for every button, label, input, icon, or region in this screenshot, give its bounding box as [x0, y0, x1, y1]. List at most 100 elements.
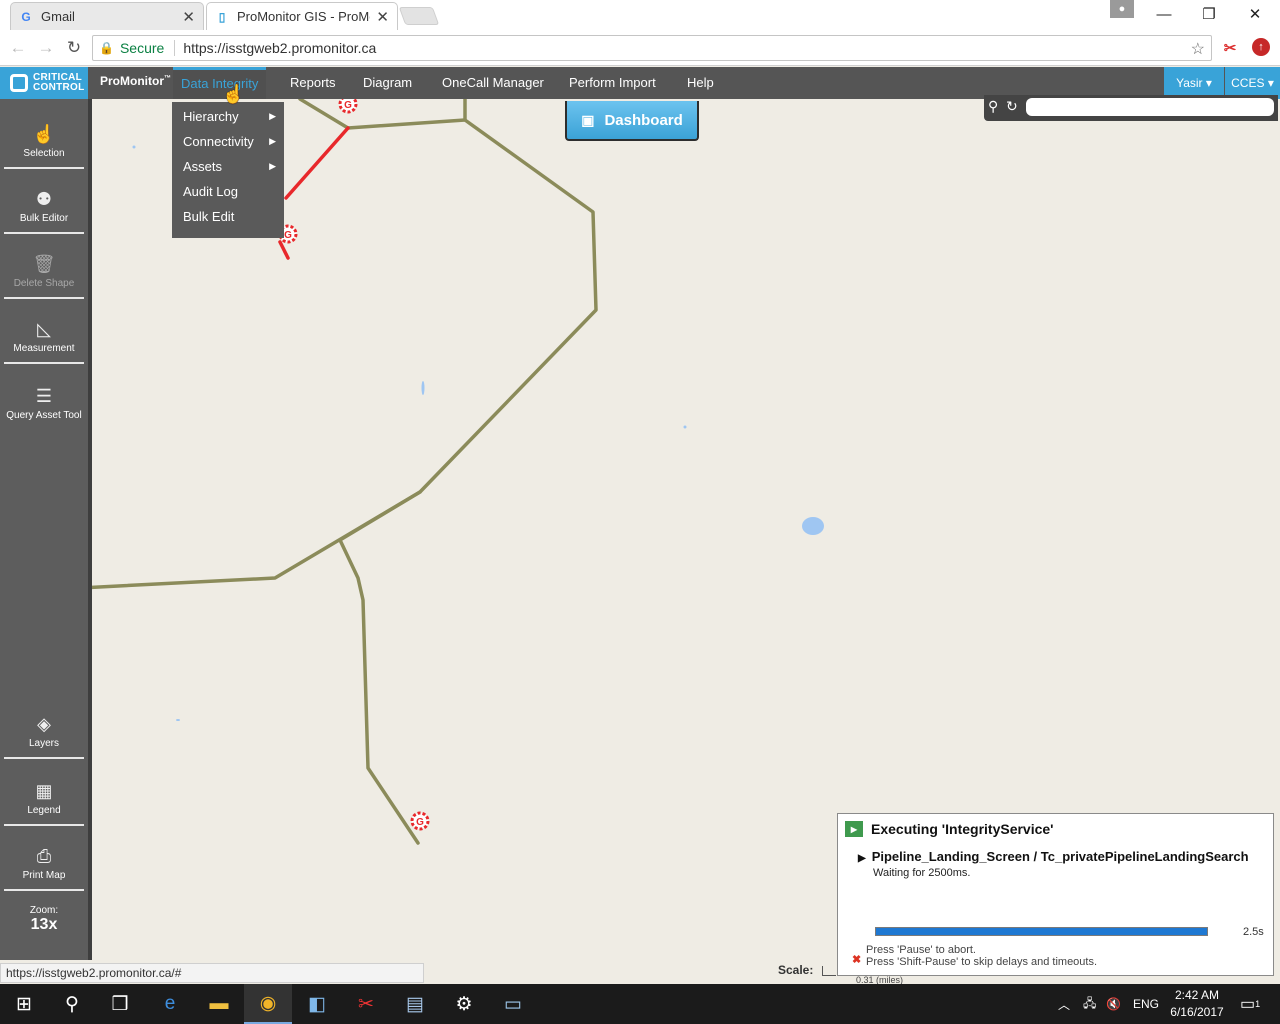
menu-item-label: Hierarchy	[183, 109, 239, 124]
bulk-editor-tool[interactable]: ⚉ Bulk Editor	[4, 174, 84, 234]
menu-diagram[interactable]: Diagram	[355, 67, 420, 99]
menu-item-connectivity[interactable]: Connectivity ▶	[172, 129, 284, 154]
hand-pointer-icon: ☝	[32, 124, 56, 144]
trash-icon: 🗑	[32, 254, 56, 274]
layers-icon: ◈	[37, 714, 51, 734]
svg-text:G: G	[344, 100, 352, 111]
omnibox[interactable]: 🔒 Secure https://isstgweb2.promonitor.ca…	[92, 35, 1212, 61]
menu-item-audit-log[interactable]: Audit Log	[172, 179, 284, 204]
minimize-button[interactable]: —	[1141, 0, 1187, 28]
task-view-icon[interactable]: ❒	[96, 984, 144, 1024]
exec-hint-pause: Press 'Pause' to abort.	[866, 944, 976, 956]
close-icon[interactable]: ✕	[376, 8, 389, 26]
zoom-value: 13x	[30, 916, 58, 933]
zoom-label: Zoom:	[29, 905, 59, 916]
tool-label: Layers	[28, 738, 59, 749]
exec-progress-fill	[876, 928, 1207, 935]
critical-control-logo[interactable]: CRITICAL CONTROL	[0, 67, 88, 99]
extension-upload-icon[interactable]: ↑	[1252, 38, 1270, 56]
network-icon[interactable]: 🖧	[1083, 984, 1096, 1024]
submenu-arrow-icon: ▶	[269, 111, 276, 121]
menu-item-hierarchy[interactable]: Hierarchy ▶	[172, 104, 284, 129]
tool-label: Selection	[23, 148, 65, 159]
pipeline-segment[interactable]	[298, 99, 467, 130]
water-body	[683, 425, 687, 429]
tray-chevron-icon[interactable]: ︿	[1058, 984, 1070, 1024]
menu-item-label: Assets	[183, 159, 223, 174]
dashboard-button[interactable]: ▣ Dashboard	[565, 101, 699, 141]
measurement-tool[interactable]: ◺ Measurement	[4, 304, 84, 364]
close-icon[interactable]: ✕	[182, 8, 195, 26]
lock-icon: 🔒	[99, 41, 114, 55]
map-search: ⚲ ↻	[984, 95, 1278, 121]
highlighted-pipeline[interactable]	[278, 240, 290, 260]
menu-data-integrity[interactable]: Data Integrity	[173, 67, 267, 99]
tab-promonitor[interactable]: ▯ ProMonitor GIS - ProMo ✕	[206, 2, 398, 30]
selection-tool[interactable]: ☝ Selection	[4, 109, 84, 169]
status-url: https://isstgweb2.promonitor.ca/#	[0, 963, 424, 983]
profile-icon[interactable]: ●	[1110, 0, 1134, 18]
pipeline-segment[interactable]	[338, 490, 422, 845]
search-input[interactable]	[1026, 98, 1274, 116]
highlighted-pipeline[interactable]	[284, 126, 350, 200]
exec-hint-shift-pause: Press 'Shift-Pause' to skip delays and t…	[866, 956, 1098, 968]
abort-icon[interactable]: ✖	[852, 953, 861, 966]
tab-gmail[interactable]: G Gmail ✕	[10, 2, 204, 30]
menu-item-label: Audit Log	[183, 184, 238, 199]
divider	[174, 40, 176, 56]
page-icon: ▯	[218, 9, 226, 24]
query-asset-tool[interactable]: ☰ Query Asset Tool	[4, 369, 84, 429]
window-app-icon[interactable]: ▭	[489, 984, 537, 1024]
close-window-button[interactable]: ✕	[1232, 0, 1278, 28]
menu-reports[interactable]: Reports	[282, 67, 344, 99]
expand-arrow-icon[interactable]: ▶	[858, 853, 866, 864]
svg-text:G: G	[416, 817, 424, 828]
notification-count: 1	[1255, 999, 1261, 1009]
app-window-icon[interactable]: ◧	[293, 984, 341, 1024]
tool-label: Bulk Editor	[19, 213, 69, 224]
menu-item-bulk-edit[interactable]: Bulk Edit	[172, 204, 284, 229]
menu-perform-import[interactable]: Perform Import	[561, 67, 664, 99]
legend-tool[interactable]: ▦ Legend	[4, 766, 84, 826]
pipeline-segment[interactable]	[92, 99, 598, 592]
chrome-icon[interactable]: ◉	[244, 984, 292, 1024]
windows-start-icon[interactable]: ⊞	[0, 984, 48, 1024]
print-map-tool[interactable]: ⎙ Print Map	[4, 831, 84, 891]
gas-station-marker-icon[interactable]: G	[338, 99, 358, 114]
star-icon[interactable]: ☆	[1191, 39, 1205, 59]
document-app-icon[interactable]: ▤	[391, 984, 439, 1024]
hand-cursor-icon: ☝	[222, 84, 245, 104]
menu-item-assets[interactable]: Assets ▶	[172, 154, 284, 179]
clock[interactable]: 2:42 AM 6/16/2017	[1162, 987, 1232, 1021]
dashboard-label: Dashboard	[604, 111, 683, 129]
menu-onecall-manager[interactable]: OneCall Manager	[434, 67, 552, 99]
forward-button[interactable]: →	[34, 36, 58, 60]
submenu-arrow-icon: ▶	[269, 161, 276, 171]
gas-station-marker-icon[interactable]: G	[410, 811, 430, 831]
notification-icon[interactable]: ▭ 1	[1240, 984, 1260, 1024]
left-toolbar: ☝ Selection ⚉ Bulk Editor 🗑 Delete Shape…	[0, 99, 92, 960]
brand-name: ProMonitor™	[100, 74, 171, 88]
volume-muted-icon[interactable]: 🔇	[1106, 984, 1121, 1024]
restore-button[interactable]: ❐	[1186, 0, 1232, 28]
zoom-indicator: Zoom: 13x	[4, 905, 84, 934]
layers-tool[interactable]: ◈ Layers	[4, 699, 84, 759]
file-explorer-icon[interactable]: ▬	[195, 984, 243, 1024]
menu-item-label: Bulk Edit	[183, 209, 235, 224]
settings-gear-icon[interactable]: ⚙	[440, 984, 488, 1024]
search-icon[interactable]: ⚲	[48, 984, 96, 1024]
internet-explorer-icon[interactable]: e	[146, 984, 194, 1024]
delete-shape-tool[interactable]: 🗑 Delete Shape	[4, 239, 84, 299]
language-indicator[interactable]: ENG	[1133, 984, 1159, 1024]
back-button[interactable]: ←	[6, 36, 30, 60]
extension-tools-icon[interactable]: ✂	[1220, 38, 1240, 58]
ruler-icon: ◺	[37, 319, 51, 339]
tools-app-icon[interactable]: ✂	[342, 984, 390, 1024]
reload-button[interactable]: ↻	[62, 36, 86, 60]
new-tab-button[interactable]	[398, 7, 440, 25]
search-icon[interactable]: ⚲	[988, 98, 998, 115]
tool-label: Print Map	[22, 870, 66, 881]
menu-help[interactable]: Help	[679, 67, 722, 99]
refresh-icon[interactable]: ↻	[1006, 98, 1018, 115]
url-text: https://isstgweb2.promonitor.ca	[183, 40, 377, 56]
